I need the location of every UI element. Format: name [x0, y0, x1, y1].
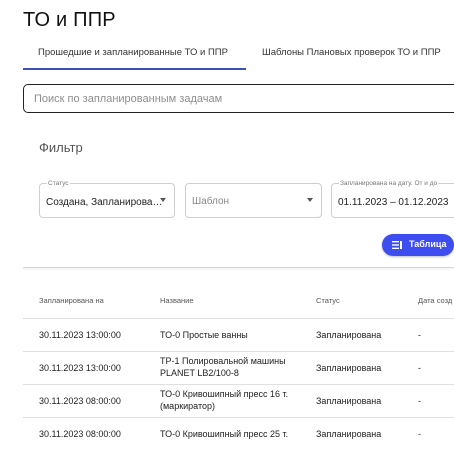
- cell-created: -: [418, 396, 421, 406]
- cell-planned: 30.11.2023 13:00:00: [39, 330, 121, 340]
- page-title: ТО и ППР: [23, 9, 116, 31]
- template-select[interactable]: Шаблон: [185, 183, 322, 218]
- cell-status: Запланирована: [316, 330, 382, 340]
- chevron-down-icon: [307, 198, 313, 202]
- active-tab-indicator: [23, 68, 246, 70]
- cell-status: Запланирована: [316, 396, 382, 406]
- tab-bar: Прошедшие и запланированные ТО и ППР Шаб…: [23, 40, 454, 70]
- table-row[interactable]: 30.11.2023 08:00:00 ТО-0 Кривошипный пре…: [23, 384, 454, 417]
- cell-name: ТО-0 Кривошипный пресс 16 т. (маркиратор…: [160, 389, 289, 411]
- cell-created: -: [418, 429, 421, 439]
- cell-created: -: [418, 363, 421, 373]
- table-row[interactable]: 30.11.2023 13:00:00 ТР-1 Полировальной м…: [23, 351, 454, 384]
- col-header-name[interactable]: Название: [160, 296, 194, 305]
- search-input[interactable]: [24, 85, 454, 112]
- template-placeholder: Шаблон: [192, 196, 230, 207]
- table-row[interactable]: 30.11.2023 08:00:00 ТО-0 Кривошипный пре…: [23, 417, 454, 449]
- date-range-label: Запланирована на дату. От и до: [339, 180, 439, 187]
- cell-status: Запланирована: [316, 429, 382, 439]
- status-value: Создана, Запланирова…: [46, 197, 163, 208]
- status-label: Статус: [47, 180, 70, 187]
- cell-planned: 30.11.2023 08:00:00: [39, 429, 121, 439]
- tab-past-and-planned[interactable]: Прошедшие и запланированные ТО и ППР: [38, 47, 228, 58]
- col-header-planned[interactable]: Запланирована на: [39, 296, 104, 305]
- chevron-down-icon: [160, 198, 166, 202]
- cell-name: ТО-0 Простые ванны: [160, 330, 248, 340]
- cell-status: Запланирована: [316, 363, 382, 373]
- date-range-field[interactable]: Запланирована на дату. От и до 01.11.202…: [331, 180, 454, 218]
- filter-title: Фильтр: [39, 140, 83, 155]
- cell-created: -: [418, 330, 421, 340]
- col-header-created[interactable]: Дата созд: [418, 296, 452, 305]
- cell-planned: 30.11.2023 13:00:00: [39, 363, 121, 373]
- table-view-label: Таблица: [409, 239, 447, 249]
- cell-planned: 30.11.2023 08:00:00: [39, 396, 121, 406]
- col-header-status[interactable]: Статус: [316, 296, 340, 305]
- cell-name: ТР-1 Полировальной машины PLANET LB2/100…: [160, 356, 286, 378]
- divider: [23, 267, 454, 268]
- status-select[interactable]: Статус Создана, Запланирова…: [39, 180, 175, 218]
- table-view-button[interactable]: Таблица: [382, 234, 454, 256]
- table-list-icon: [392, 241, 402, 249]
- table-row[interactable]: 30.11.2023 13:00:00 ТО-0 Простые ванны З…: [23, 318, 454, 351]
- tab-templates[interactable]: Шаблоны Плановых проверок ТО и ППР: [262, 47, 441, 58]
- cell-name: ТО-0 Кривошипный пресс 25 т.: [160, 429, 289, 439]
- date-range-value: 01.11.2023 – 01.12.2023: [338, 197, 449, 208]
- search-box: [23, 84, 454, 113]
